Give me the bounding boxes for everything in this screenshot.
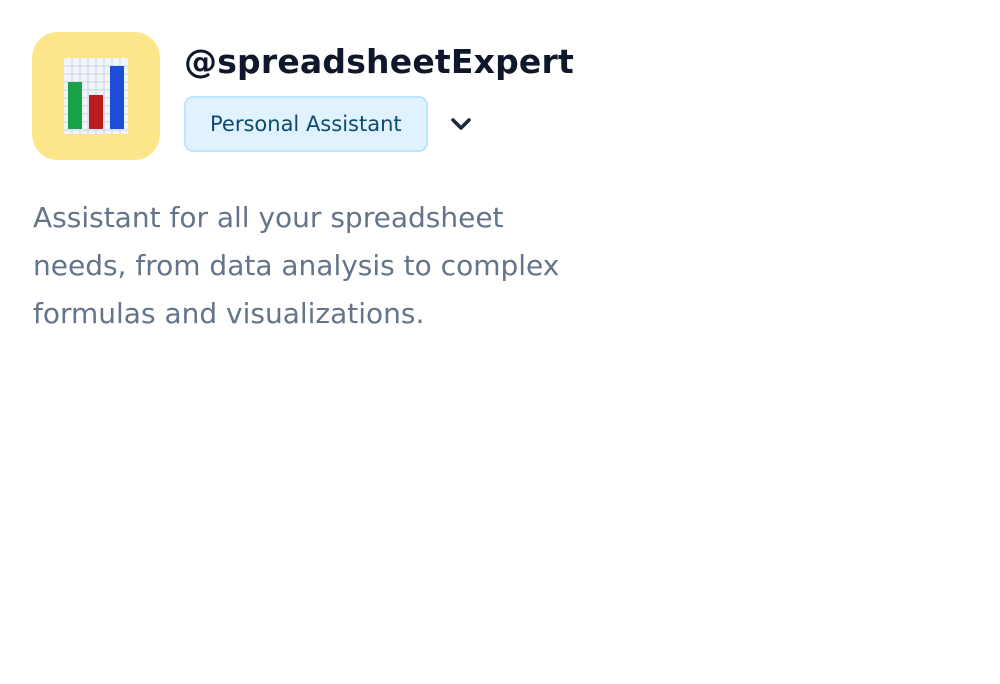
chart-bar-blue [110,66,124,129]
avatar [32,32,160,160]
bot-description: Assistant for all your spreadsheet needs… [33,201,560,330]
chart-bar-red [89,95,103,129]
role-row: Personal Assistant [184,96,474,152]
chart-bar-green [68,82,82,129]
bot-handle: @spreadsheetExpert [184,42,574,81]
bar-chart-icon [64,58,128,134]
profile-card: @spreadsheetExpert Personal Assistant As… [0,0,1000,684]
chevron-down-icon [450,118,471,130]
role-dropdown-toggle[interactable] [448,111,474,137]
role-badge[interactable]: Personal Assistant [184,96,428,152]
